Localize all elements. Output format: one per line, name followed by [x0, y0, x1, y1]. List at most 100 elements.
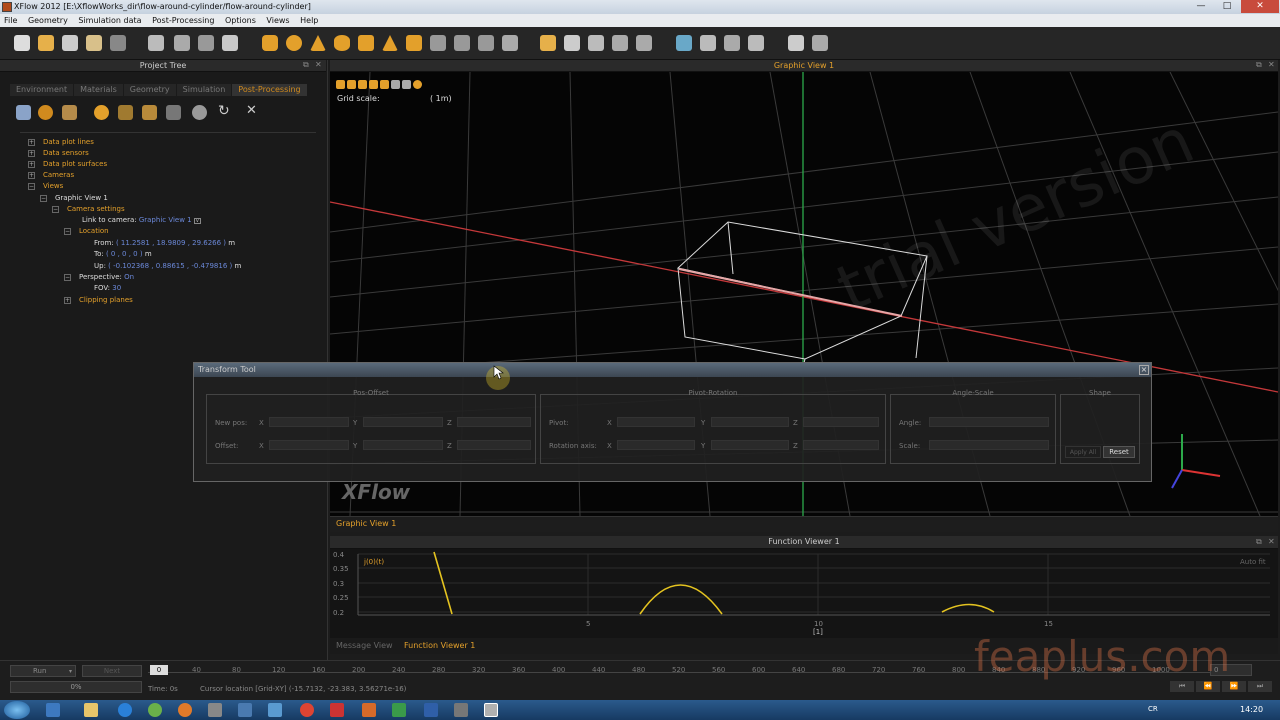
dialog-close-button[interactable]: ×: [1139, 365, 1149, 375]
add-line-icon[interactable]: [118, 105, 133, 120]
offset-x-input[interactable]: [269, 440, 349, 450]
firefox-icon[interactable]: [178, 703, 192, 717]
tab-materials[interactable]: Materials: [74, 84, 123, 96]
perspective-row[interactable]: − Perspective: On: [64, 272, 134, 282]
chevron-down-icon[interactable]: v: [193, 218, 201, 224]
rotation-axis-z-input[interactable]: [803, 440, 879, 450]
menu-views[interactable]: Views: [262, 14, 293, 27]
tree-item-graphic-view-1[interactable]: − Graphic View 1: [40, 193, 108, 203]
copy-icon[interactable]: [540, 35, 556, 51]
cube-object-icon[interactable]: [198, 35, 214, 51]
view-link-icon[interactable]: [402, 80, 411, 89]
menu-options[interactable]: Options: [221, 14, 260, 27]
to-row[interactable]: To: ( 0 , 0 , 0 ) m: [94, 249, 152, 259]
next-frame-icon[interactable]: ⏩: [1222, 681, 1246, 692]
rotation-axis-y-input[interactable]: [711, 440, 789, 450]
open-folder-icon[interactable]: [38, 35, 54, 51]
close-button[interactable]: ✕: [1241, 0, 1279, 13]
boolean-icon[interactable]: [430, 35, 446, 51]
panel-close-icon[interactable]: ✕: [1268, 60, 1275, 69]
panel-float-icon[interactable]: ⧉: [1256, 537, 1262, 547]
add-plot-icon[interactable]: [16, 105, 31, 120]
delete-icon[interactable]: ✕: [246, 103, 257, 118]
pencil-edit-icon[interactable]: [222, 35, 238, 51]
add-surface-icon[interactable]: [62, 105, 77, 120]
save-icon[interactable]: [62, 35, 78, 51]
offset-y-input[interactable]: [363, 440, 443, 450]
tree-item-clipping-planes[interactable]: + Clipping planes: [64, 295, 133, 305]
tab-graphic-view-1[interactable]: Graphic View 1: [336, 519, 396, 528]
start-button[interactable]: [4, 701, 30, 719]
windows-logo-icon[interactable]: [46, 703, 60, 717]
fov-row[interactable]: FOV: 30: [94, 283, 121, 293]
xflow-taskbar-icon[interactable]: [484, 703, 498, 717]
function-viewer-panel[interactable]: 0.4 0.35 0.3 0.25 0.2 5 10 15 [1] j(0)(t…: [330, 549, 1278, 638]
tab-function-viewer-1[interactable]: Function Viewer 1: [404, 641, 475, 650]
view-axes-icon[interactable]: [391, 80, 400, 89]
grid-icon[interactable]: [748, 35, 764, 51]
angle-input[interactable]: [929, 417, 1049, 427]
tree-item-views[interactable]: − Views: [28, 181, 63, 191]
network-icon[interactable]: [238, 703, 252, 717]
from-row[interactable]: From: ( 11.2581 , 18.9809 , 29.6266 ) m: [94, 238, 235, 248]
pdf-icon[interactable]: [330, 703, 344, 717]
view-render-icon[interactable]: [413, 80, 422, 89]
up-row[interactable]: Up: ( -0.102368 , 0.88615 , -0.479816 ) …: [94, 261, 241, 271]
add-sensor-icon[interactable]: [38, 105, 53, 120]
tree-item-data-plot-surfaces[interactable]: + Data plot surfaces: [28, 159, 107, 169]
link-to-camera-select[interactable]: Graphic View 1: [139, 216, 192, 224]
new-pos-z-input[interactable]: [457, 417, 531, 427]
timeline-slider-handle[interactable]: 0: [150, 665, 168, 675]
to-values[interactable]: ( 0 , 0 , 0 ): [106, 250, 143, 258]
panel-close-icon[interactable]: ✕: [315, 60, 322, 69]
excel-icon[interactable]: [392, 703, 406, 717]
app-icon[interactable]: [300, 703, 314, 717]
function-icon[interactable]: [166, 105, 181, 120]
chart-icon[interactable]: [812, 35, 828, 51]
menu-simulation-data[interactable]: Simulation data: [74, 14, 145, 27]
pivot-x-input[interactable]: [617, 417, 695, 427]
first-frame-icon[interactable]: ⏮: [1170, 681, 1194, 692]
menu-help[interactable]: Help: [296, 14, 322, 27]
view-back-icon[interactable]: [347, 80, 356, 89]
run-select[interactable]: Run ▾: [10, 665, 76, 677]
tab-geometry[interactable]: Geometry: [123, 84, 176, 96]
view-top-icon[interactable]: [380, 80, 389, 89]
box-icon[interactable]: [358, 35, 374, 51]
save-as-icon[interactable]: [86, 35, 102, 51]
tree-item-camera-settings[interactable]: − Camera settings: [52, 204, 125, 214]
last-frame-icon[interactable]: ⏭: [1248, 681, 1272, 692]
refresh-icon[interactable]: ↻: [218, 103, 230, 119]
new-pos-y-input[interactable]: [363, 417, 443, 427]
prev-frame-icon[interactable]: ⏪: [1196, 681, 1220, 692]
view-front-icon[interactable]: [336, 80, 345, 89]
chrome-icon[interactable]: [148, 703, 162, 717]
menu-file[interactable]: File: [0, 14, 21, 27]
ie-icon[interactable]: [118, 703, 132, 717]
mirror-icon[interactable]: [636, 35, 652, 51]
tab-post-processing[interactable]: Post-Processing: [232, 84, 307, 96]
new-pos-x-input[interactable]: [269, 417, 349, 427]
tree-item-cameras[interactable]: + Cameras: [28, 170, 74, 180]
from-values[interactable]: ( 11.2581 , 18.9809 , 29.6266 ): [116, 239, 226, 247]
measure-icon[interactable]: [700, 35, 716, 51]
offset-z-input[interactable]: [457, 440, 531, 450]
app-icon[interactable]: [208, 703, 222, 717]
reset-button[interactable]: Reset: [1103, 446, 1135, 458]
add-probe-icon[interactable]: [142, 105, 157, 120]
tools-icon[interactable]: [502, 35, 518, 51]
cut-icon[interactable]: [454, 35, 470, 51]
report-icon[interactable]: [788, 35, 804, 51]
menu-geometry[interactable]: Geometry: [24, 14, 72, 27]
tree-item-data-sensors[interactable]: + Data sensors: [28, 148, 89, 158]
minimize-button[interactable]: —: [1188, 0, 1214, 13]
app-icon[interactable]: [454, 703, 468, 717]
tree-item-location[interactable]: − Location: [64, 226, 109, 236]
pyramid-icon[interactable]: [382, 35, 398, 51]
panel-float-icon[interactable]: ⧉: [303, 60, 309, 70]
powerpoint-icon[interactable]: [362, 703, 376, 717]
settings-gear-icon[interactable]: [110, 35, 126, 51]
cylinder-icon[interactable]: [262, 35, 278, 51]
menu-post-processing[interactable]: Post-Processing: [148, 14, 218, 27]
camera-view-icon[interactable]: [676, 35, 692, 51]
